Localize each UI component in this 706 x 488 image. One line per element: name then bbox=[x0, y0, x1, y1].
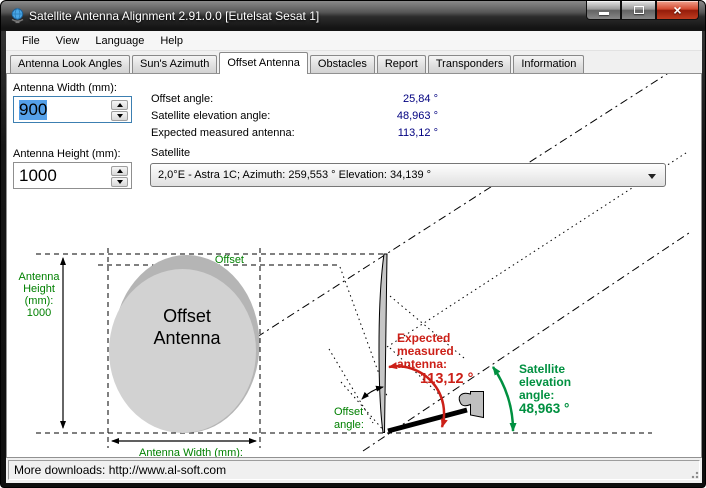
tab-antenna-look-angles[interactable]: Antenna Look Angles bbox=[10, 55, 130, 73]
antenna-front-ellipse bbox=[109, 269, 256, 433]
antenna-height-input[interactable]: 1000 bbox=[13, 162, 132, 189]
status-panel: More downloads: http://www.al-soft.com bbox=[8, 460, 700, 480]
satellite-label: Satellite bbox=[151, 147, 190, 159]
window-title: Satellite Antenna Alignment 2.91.0.0 [Eu… bbox=[29, 9, 319, 23]
antenna-height-value: 1000 bbox=[19, 166, 57, 186]
elevation-angle-readout-value: 48,963 ° bbox=[397, 110, 438, 125]
antenna-width-label: Antenna Width (mm): bbox=[13, 82, 117, 94]
minimize-button[interactable] bbox=[586, 1, 621, 20]
width-spin-up-button[interactable] bbox=[111, 100, 128, 110]
maximize-button[interactable] bbox=[621, 1, 656, 20]
antenna-height-spinner bbox=[111, 166, 128, 187]
elevation-value: 48,963 ° bbox=[519, 401, 569, 416]
offset-angle-label-line2: angle: bbox=[334, 419, 364, 431]
antenna-width-value: 900 bbox=[19, 100, 47, 120]
status-bar: More downloads: http://www.al-soft.com bbox=[6, 458, 702, 483]
tab-offset-antenna[interactable]: Offset Antenna bbox=[219, 52, 308, 74]
offset-angle-readout: Offset angle: 25,84 ° bbox=[151, 93, 438, 108]
window-controls: × bbox=[586, 1, 699, 20]
tab-suns-azimuth[interactable]: Sun's Azimuth bbox=[132, 55, 217, 73]
close-icon: × bbox=[673, 3, 681, 17]
menu-file[interactable]: File bbox=[14, 33, 48, 49]
elevation-angle-arc bbox=[493, 367, 513, 431]
tab-obstacles[interactable]: Obstacles bbox=[310, 55, 375, 73]
close-button[interactable]: × bbox=[656, 1, 699, 20]
chevron-down-icon bbox=[648, 174, 656, 179]
satellite-dropdown[interactable]: 2,0°E - Astra 1C; Azimuth: 259,553 ° Ele… bbox=[150, 163, 666, 187]
expected-measured-readout-value: 113,12 ° bbox=[398, 127, 438, 142]
height-spin-up-button[interactable] bbox=[111, 166, 128, 176]
antenna-height-label: Antenna Height (mm): bbox=[13, 148, 121, 160]
dish-label-line1: Offset bbox=[163, 306, 211, 326]
expected-measured-readout: Expected measured antenna: 113,12 ° bbox=[151, 127, 438, 142]
feed-arm bbox=[388, 410, 467, 431]
offset-angle-readout-value: 25,84 ° bbox=[403, 93, 438, 108]
tab-information[interactable]: Information bbox=[513, 55, 584, 73]
tab-strip: Antenna Look Angles Sun's Azimuth Offset… bbox=[6, 51, 702, 73]
height-label-line1: Antenna bbox=[19, 271, 61, 283]
minimize-icon bbox=[599, 12, 609, 15]
width-dimension-label: Antenna Width (mm): bbox=[139, 447, 243, 457]
dish-label-line2: Antenna bbox=[153, 328, 221, 348]
expected-line2: measured bbox=[397, 344, 454, 358]
elevation-annotation: Satellite elevation angle: 48,963 ° bbox=[519, 362, 571, 416]
menu-view[interactable]: View bbox=[48, 33, 88, 49]
expected-line1: Expected bbox=[397, 331, 450, 345]
arrow-up-icon bbox=[117, 169, 123, 173]
elevation-angle-readout: Satellite elevation angle: 48,963 ° bbox=[151, 110, 438, 125]
antenna-width-spinner bbox=[111, 100, 128, 121]
satellite-dropdown-value: 2,0°E - Astra 1C; Azimuth: 259,553 ° Ele… bbox=[158, 169, 431, 181]
elevation-line1: Satellite bbox=[519, 362, 565, 376]
antenna-width-input[interactable]: 900 bbox=[13, 96, 132, 123]
arrow-down-icon bbox=[117, 114, 123, 118]
arrow-down-icon bbox=[117, 180, 123, 184]
menu-language[interactable]: Language bbox=[87, 33, 152, 49]
menu-bar: File View Language Help bbox=[6, 31, 702, 51]
width-spin-down-button[interactable] bbox=[111, 111, 128, 121]
dish-side-view bbox=[379, 254, 387, 433]
arrow-up-icon bbox=[117, 103, 123, 107]
height-spin-down-button[interactable] bbox=[111, 177, 128, 187]
globe-icon bbox=[10, 8, 25, 29]
expected-line3: antenna: bbox=[397, 357, 447, 371]
resize-grip-icon[interactable] bbox=[689, 469, 699, 479]
height-label-value: 1000 bbox=[27, 307, 51, 319]
offset-angle-readout-label: Offset angle: bbox=[151, 93, 213, 108]
elevation-line3: angle: bbox=[519, 388, 554, 402]
maximize-icon bbox=[634, 6, 644, 14]
elevation-line2: elevation bbox=[519, 375, 571, 389]
tab-report[interactable]: Report bbox=[377, 55, 426, 73]
elevation-angle-readout-label: Satellite elevation angle: bbox=[151, 110, 270, 125]
height-label-line3: (mm): bbox=[25, 295, 54, 307]
status-text: More downloads: http://www.al-soft.com bbox=[14, 463, 226, 477]
offset-antenna-page: Offset Antenna Antenna Height (mm): 1000… bbox=[6, 73, 702, 458]
expected-measured-readout-label: Expected measured antenna: bbox=[151, 127, 295, 142]
app-window: Satellite Antenna Alignment 2.91.0.0 [Eu… bbox=[0, 0, 706, 488]
title-bar[interactable]: Satellite Antenna Alignment 2.91.0.0 [Eu… bbox=[1, 1, 706, 31]
expected-value: 113,12 ° bbox=[420, 371, 474, 387]
height-label-line2: Height bbox=[23, 283, 55, 295]
menu-help[interactable]: Help bbox=[152, 33, 191, 49]
expected-annotation: Expected measured antenna: 113,12 ° bbox=[397, 331, 474, 387]
tab-transponders[interactable]: Transponders bbox=[428, 55, 511, 73]
offset-angle-label-line1: Offset bbox=[334, 406, 363, 418]
offset-top-label: Offset bbox=[215, 254, 244, 266]
